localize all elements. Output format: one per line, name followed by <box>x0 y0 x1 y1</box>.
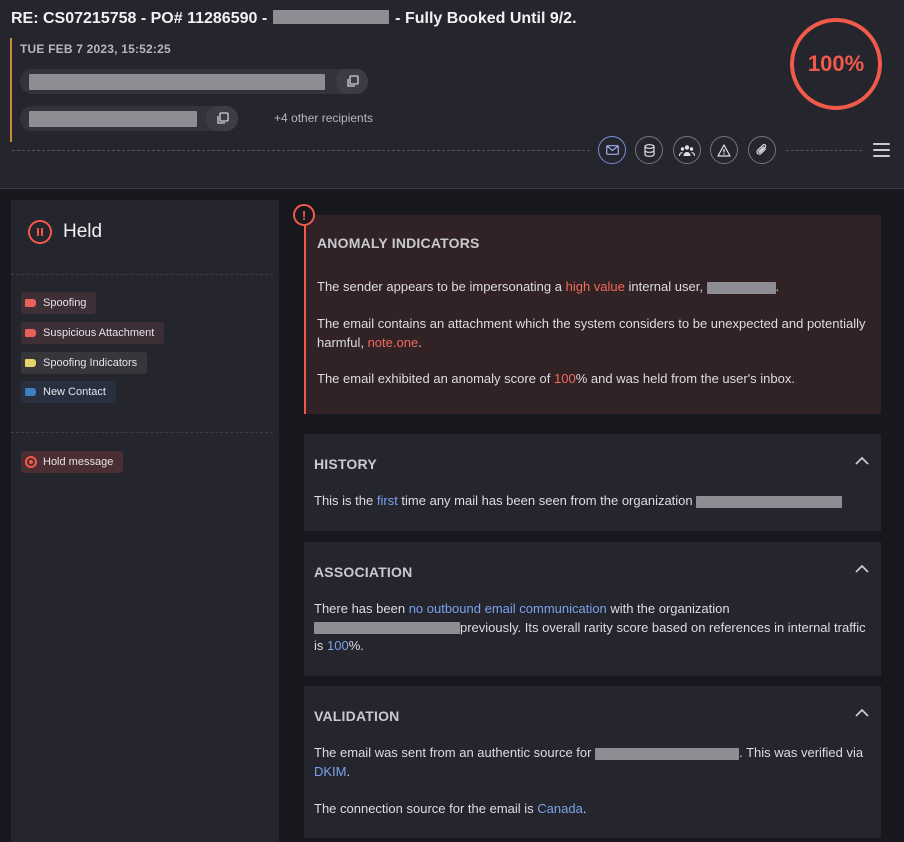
association-card: ASSOCIATION There has been no outbound e… <box>304 542 881 676</box>
hold-message-button[interactable]: Hold message <box>21 451 124 473</box>
copy-icon <box>216 112 229 124</box>
email-header: RE: CS07215758 - PO# 11286590 -- Fully B… <box>0 0 904 189</box>
copy-recipient-button[interactable] <box>206 106 238 131</box>
divider <box>11 432 273 433</box>
tag-icon <box>25 388 36 396</box>
warning-button[interactable] <box>710 136 738 164</box>
history-text: This is the first time any mail has been… <box>314 492 874 511</box>
chevron-up-icon[interactable] <box>855 454 869 468</box>
redacted-text <box>314 622 460 635</box>
tag-new-contact[interactable]: New Contact <box>21 381 116 403</box>
email-subject: RE: CS07215758 - PO# 11286590 -- Fully B… <box>11 9 577 27</box>
anomaly-attachment-text: The email contains an attachment which t… <box>317 316 866 350</box>
anomaly-indicators-card: ANOMALY INDICATORS The sender appears to… <box>304 215 881 414</box>
redacted-text <box>273 9 390 24</box>
recipient-chip[interactable] <box>20 106 238 131</box>
card-title: VALIDATION <box>314 708 400 724</box>
other-recipients-link[interactable]: +4 other recipients <box>274 111 373 125</box>
tag-icon <box>25 299 36 307</box>
paperclip-icon <box>756 143 767 155</box>
validation-source-text: The email was sent from an authentic sou… <box>314 745 864 779</box>
redacted-text <box>595 747 740 760</box>
envelope-button[interactable] <box>598 136 626 164</box>
header-accent-bar <box>10 38 12 142</box>
tag-suspicious-attachment[interactable]: Suspicious Attachment <box>21 322 165 344</box>
copy-sender-button[interactable] <box>336 69 368 94</box>
anomaly-score-badge: 100% <box>790 18 882 110</box>
anomaly-score-text: The email exhibited an anomaly score of … <box>317 371 795 386</box>
attachment-button[interactable] <box>748 136 776 164</box>
redacted-text <box>706 281 776 294</box>
alert-icon: ! <box>293 204 315 226</box>
pause-icon <box>28 220 52 244</box>
card-title: ASSOCIATION <box>314 564 413 580</box>
tag-spoofing[interactable]: Spoofing <box>21 292 97 314</box>
validation-card: VALIDATION The email was sent from an au… <box>304 686 881 838</box>
chevron-up-icon[interactable] <box>855 706 869 720</box>
status-label: Held <box>63 221 103 242</box>
hold-icon <box>25 456 37 468</box>
database-button[interactable] <box>635 136 663 164</box>
users-button[interactable] <box>673 136 701 164</box>
tag-icon <box>25 359 36 367</box>
anomaly-impersonation-text: The sender appears to be impersonating a… <box>317 279 780 294</box>
email-date: TUE FEB 7 2023, 15:52:25 <box>20 42 171 56</box>
copy-icon <box>346 75 359 87</box>
tag-spoofing-indicators[interactable]: Spoofing Indicators <box>21 352 148 374</box>
redacted-text <box>696 495 843 508</box>
card-title: ANOMALY INDICATORS <box>317 235 480 251</box>
menu-icon[interactable] <box>873 143 890 157</box>
sidebar: Held Spoofing Suspicious Attachment Spoo… <box>11 200 279 842</box>
validation-connection-text: The connection source for the email is C… <box>314 801 587 816</box>
association-text: There has been no outbound email communi… <box>314 601 866 653</box>
redacted-sender <box>29 73 325 90</box>
chevron-up-icon[interactable] <box>855 562 869 576</box>
users-icon <box>679 144 695 156</box>
history-card: HISTORY This is the first time any mail … <box>304 434 881 531</box>
tag-icon <box>25 329 36 337</box>
divider <box>786 150 862 151</box>
divider <box>12 150 590 151</box>
sender-chip[interactable] <box>20 69 368 94</box>
envelope-icon <box>605 145 619 155</box>
warning-icon <box>717 143 731 157</box>
divider <box>11 274 273 275</box>
card-title: HISTORY <box>314 456 377 472</box>
database-icon <box>643 143 655 157</box>
redacted-recipient <box>29 110 197 127</box>
